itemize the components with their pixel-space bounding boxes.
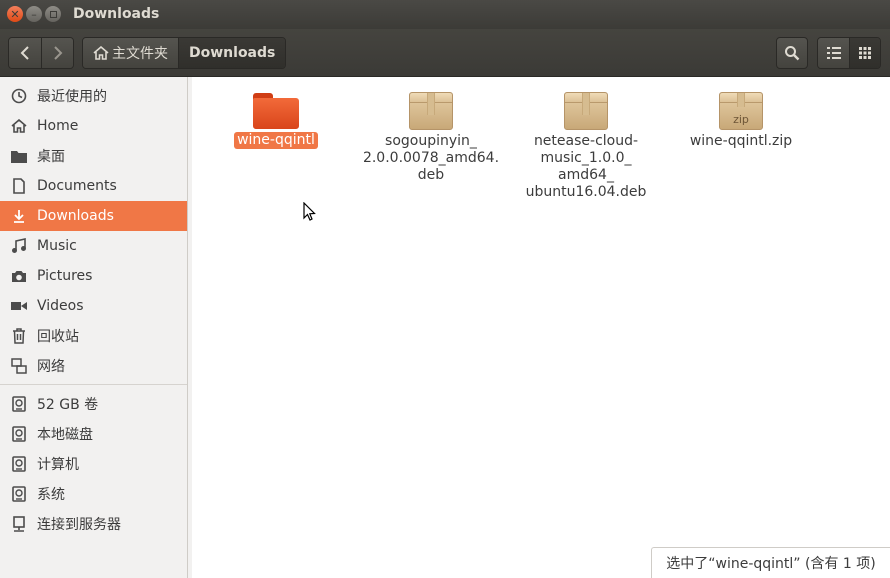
- sidebar-item-music[interactable]: Music: [0, 231, 187, 261]
- file-name-line: amd64_: [558, 167, 614, 183]
- sidebar-item-recent[interactable]: 最近使用的: [0, 81, 187, 111]
- camera-icon: [10, 267, 28, 285]
- sidebar-item-downloads[interactable]: Downloads: [0, 201, 187, 231]
- sidebar-item-label: 网络: [37, 359, 65, 375]
- list-view-button[interactable]: [818, 38, 849, 68]
- file-item-sogoupinyin[interactable]: sogoupinyin_ 2.0.0.0078_amd64. deb: [356, 77, 506, 184]
- chevron-left-icon: [20, 46, 29, 60]
- server-icon: [10, 515, 28, 533]
- sidebar-item-trash[interactable]: 回收站: [0, 321, 187, 351]
- sidebar-item-label: 本地磁盘: [37, 427, 93, 443]
- file-name-line: music_1.0.0_: [540, 150, 632, 166]
- sidebar-item-documents[interactable]: Documents: [0, 171, 187, 201]
- selection-status: 选中了“wine-qqintl” (含有 1 项): [651, 547, 890, 578]
- maximize-icon: [49, 10, 57, 18]
- drive-icon: [10, 485, 28, 503]
- home-icon: [10, 117, 28, 135]
- file-name-line: ubuntu16.04.deb: [525, 184, 647, 200]
- grid-view-button[interactable]: [849, 38, 880, 68]
- sidebar-item-system[interactable]: 系统: [0, 479, 187, 509]
- grid-view-icon: [859, 47, 871, 59]
- drive-icon: [10, 395, 28, 413]
- status-text: 选中了“wine-qqintl” (含有 1 项): [666, 556, 876, 572]
- search-button[interactable]: [776, 37, 808, 69]
- sidebar-item-videos[interactable]: Videos: [0, 291, 187, 321]
- sidebar-item-label: Downloads: [37, 208, 114, 224]
- history-nav: [8, 37, 74, 69]
- window-title: Downloads: [73, 6, 160, 22]
- close-window-button[interactable]: ✕: [7, 6, 23, 22]
- search-icon: [785, 46, 800, 61]
- file-name: wine-qqintl.zip: [689, 133, 793, 149]
- sidebar-item-label: Music: [37, 238, 77, 254]
- sidebar-item-label: 52 GB 卷: [37, 397, 99, 413]
- sidebar-item-home[interactable]: Home: [0, 111, 187, 141]
- toolbar: 主文件夹 Downloads: [0, 29, 890, 77]
- download-icon: [10, 207, 28, 225]
- back-button[interactable]: [9, 38, 41, 68]
- sidebar-item-local-disk[interactable]: 本地磁盘: [0, 419, 187, 449]
- sidebar-divider: [0, 384, 187, 385]
- minimize-icon: –: [31, 7, 37, 21]
- folder-icon: [253, 93, 299, 129]
- file-name: netease-cloud- music_1.0.0_ amd64_ ubunt…: [523, 133, 650, 201]
- title-bar: ✕ – Downloads: [0, 0, 890, 29]
- desktop-folder-icon: [10, 147, 28, 165]
- file-item-wine-qqintl[interactable]: wine-qqintl: [201, 77, 351, 149]
- sidebar-item-network[interactable]: 网络: [0, 351, 187, 381]
- path-downloads-button[interactable]: Downloads: [178, 38, 286, 68]
- sidebar-item-label: 连接到服务器: [37, 517, 121, 533]
- path-downloads-label: Downloads: [189, 45, 276, 61]
- trash-icon: [10, 327, 28, 345]
- sidebar-item-label: Videos: [37, 298, 84, 314]
- sidebar-item-volume-52gb[interactable]: 52 GB 卷: [0, 389, 187, 419]
- file-name: wine-qqintl: [234, 132, 318, 149]
- chevron-right-icon: [53, 46, 62, 60]
- file-name-line: sogoupinyin_: [385, 133, 477, 149]
- close-icon: ✕: [10, 7, 20, 21]
- file-view[interactable]: wine-qqintl sogoupinyin_ 2.0.0.0078_amd6…: [192, 77, 890, 578]
- path-home-label: 主文件夹: [112, 46, 168, 62]
- forward-button[interactable]: [41, 38, 73, 68]
- minimize-window-button[interactable]: –: [26, 6, 42, 22]
- list-view-icon: [826, 47, 841, 59]
- path-bar: 主文件夹 Downloads: [82, 37, 287, 69]
- sidebar-item-label: 计算机: [37, 457, 79, 473]
- sidebar-item-computer[interactable]: 计算机: [0, 449, 187, 479]
- maximize-window-button[interactable]: [45, 6, 61, 22]
- mouse-pointer-icon: [303, 202, 316, 221]
- package-icon: [564, 92, 608, 130]
- sidebar-item-label: 系统: [37, 487, 65, 503]
- home-icon: [93, 46, 109, 60]
- sidebar-item-desktop[interactable]: 桌面: [0, 141, 187, 171]
- file-name-line: deb: [417, 167, 445, 183]
- drive-icon: [10, 425, 28, 443]
- sidebar-item-label: Home: [37, 118, 79, 134]
- drive-icon: [10, 455, 28, 473]
- music-icon: [10, 237, 28, 255]
- sidebar: 最近使用的 Home 桌面 Documents Downloads Music …: [0, 77, 188, 578]
- file-name: sogoupinyin_ 2.0.0.0078_amd64. deb: [360, 133, 502, 184]
- sidebar-item-label: Documents: [37, 178, 117, 194]
- sidebar-item-label: 桌面: [37, 149, 65, 165]
- file-item-netease-cloud-music[interactable]: netease-cloud- music_1.0.0_ amd64_ ubunt…: [511, 77, 661, 201]
- sidebar-item-label: Pictures: [37, 268, 93, 284]
- file-name-line: netease-cloud-: [533, 133, 639, 149]
- file-item-wine-qqintl-zip[interactable]: zip wine-qqintl.zip: [666, 77, 816, 150]
- path-home-button[interactable]: 主文件夹: [83, 38, 178, 68]
- clock-icon: [10, 87, 28, 105]
- zip-badge: zip: [733, 113, 749, 126]
- document-icon: [10, 177, 28, 195]
- sidebar-item-pictures[interactable]: Pictures: [0, 261, 187, 291]
- package-icon: [409, 92, 453, 130]
- sidebar-item-connect-server[interactable]: 连接到服务器: [0, 509, 187, 539]
- network-icon: [10, 357, 28, 375]
- file-name-line: 2.0.0.0078_amd64.: [362, 150, 500, 166]
- video-icon: [10, 297, 28, 315]
- sidebar-item-label: 最近使用的: [37, 89, 107, 105]
- view-switcher: [817, 37, 881, 69]
- sidebar-item-label: 回收站: [37, 329, 79, 345]
- zip-archive-icon: zip: [719, 92, 763, 130]
